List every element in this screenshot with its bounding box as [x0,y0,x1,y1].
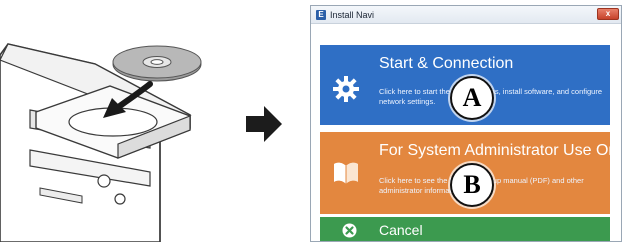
cancel-label: Cancel [379,222,423,238]
window-close-button[interactable]: x [597,8,619,20]
callout-b: B [450,163,494,207]
open-book-icon [334,162,358,184]
start-connection-title: Start & Connection [379,55,514,72]
computer-disc-illustration [0,0,236,242]
window-titlebar: E Install Navi x [311,6,621,24]
install-navi-window: E Install Navi x Start & Connection Clic… [310,5,622,242]
gear-icon [333,76,359,102]
system-administrator-title: For System Administrator Use Only [379,142,610,159]
close-circle-icon [342,223,357,238]
cancel-button[interactable]: Cancel [320,217,610,241]
right-arrow-icon [244,104,284,144]
window-title: Install Navi [330,9,375,20]
callout-a: A [450,76,494,120]
app-icon: E [316,9,326,20]
